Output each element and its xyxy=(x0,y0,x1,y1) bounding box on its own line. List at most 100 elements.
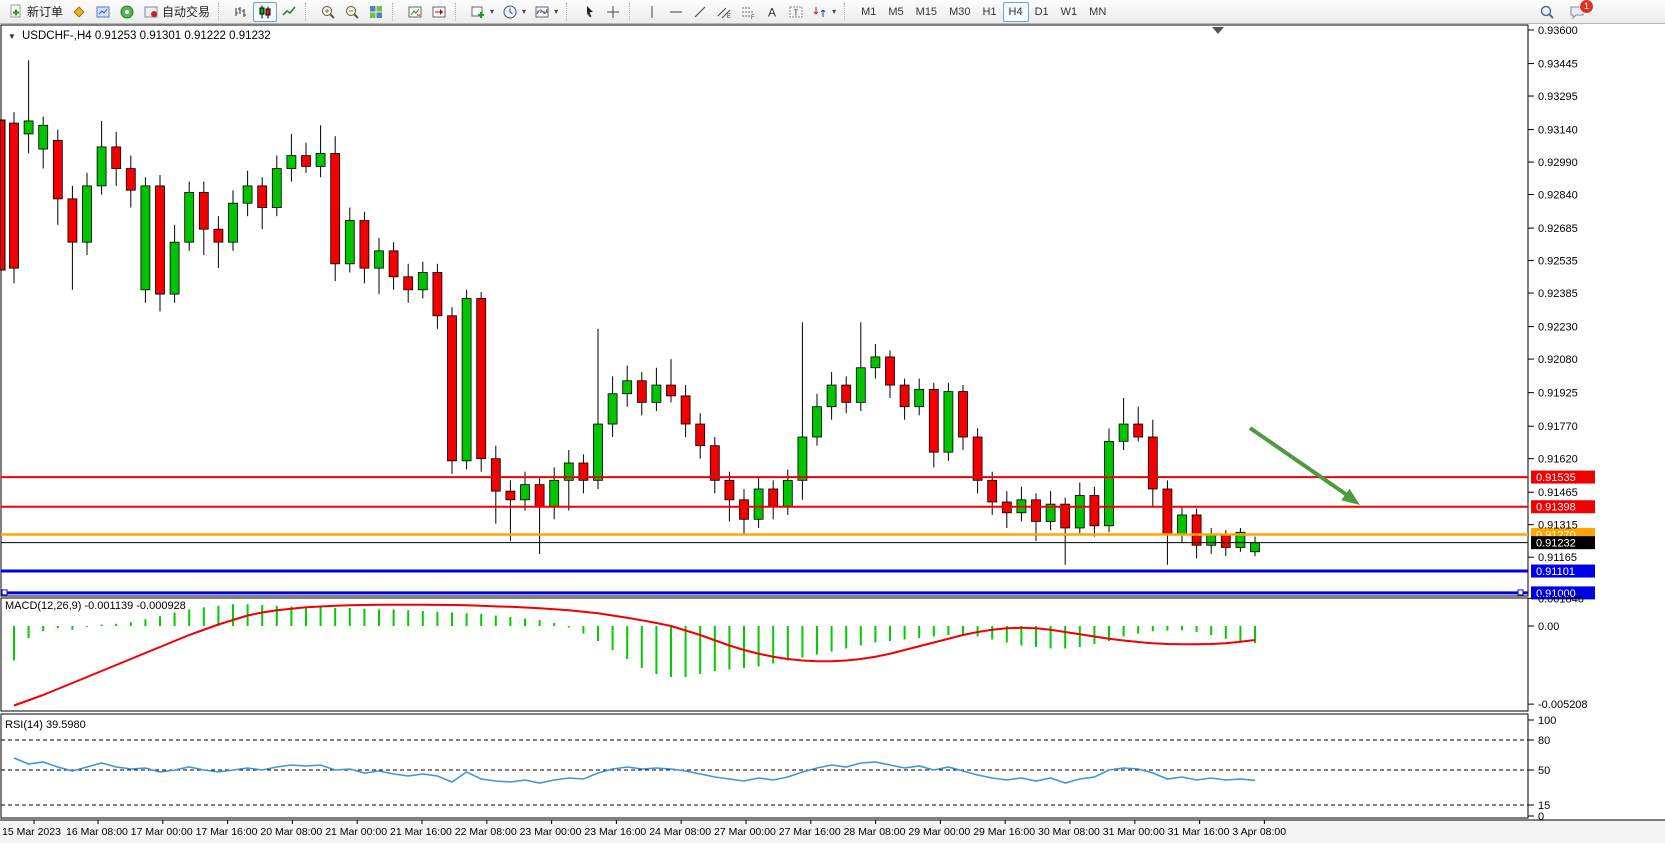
timeframe-h4-button[interactable]: H4 xyxy=(1003,2,1029,22)
time-tick-label: 17 Mar 00:00 xyxy=(131,826,193,838)
timeframe-m1-button[interactable]: M1 xyxy=(855,2,882,22)
tile-icon xyxy=(368,4,384,20)
new-chart-button[interactable]: ▾ xyxy=(466,2,498,22)
axis-tick-label: 0.92230 xyxy=(1538,322,1578,334)
cursor-button[interactable] xyxy=(577,2,601,22)
candle-down xyxy=(491,459,500,491)
axis-price-flag-text: 0.91535 xyxy=(1536,472,1576,484)
candle-down xyxy=(1163,489,1172,534)
candlestick-chart-button[interactable] xyxy=(253,2,277,22)
navigator-button[interactable] xyxy=(115,2,139,22)
main-pane xyxy=(1,25,1528,596)
candle-down xyxy=(156,186,165,294)
horizontal-line-button[interactable] xyxy=(664,2,688,22)
candle-up xyxy=(944,392,953,453)
candle-up xyxy=(652,385,661,402)
dropdown-caret-icon: ▾ xyxy=(490,7,494,16)
crosshair-button[interactable] xyxy=(601,2,625,22)
timeframe-w1-button[interactable]: W1 xyxy=(1055,2,1084,22)
doc-plus-icon xyxy=(8,4,24,20)
axis-tick-label: 0.92535 xyxy=(1538,256,1578,268)
channel-icon: E xyxy=(716,4,732,20)
notifications-button[interactable]: 1 xyxy=(1565,2,1589,22)
candle-up xyxy=(623,381,632,394)
market-watch-button[interactable] xyxy=(67,2,91,22)
hline-handle[interactable] xyxy=(2,590,7,595)
axis-tick-label: 0.91465 xyxy=(1538,487,1578,499)
candle-up xyxy=(798,437,807,480)
search-button[interactable] xyxy=(1535,2,1559,22)
arrange-b-icon xyxy=(431,4,447,20)
arrows-button[interactable]: ▾ xyxy=(808,2,840,22)
shapes-icon xyxy=(812,4,828,20)
chart-shift-button[interactable] xyxy=(427,2,451,22)
timeframe-m30-button[interactable]: M30 xyxy=(943,2,976,22)
timeframe-m15-button[interactable]: M15 xyxy=(910,2,943,22)
axis-tick-label: 0.93295 xyxy=(1538,91,1578,103)
data-window-button[interactable] xyxy=(91,2,115,22)
zoom-in-button[interactable] xyxy=(316,2,340,22)
main-toolbar: 新订单自动交易▾▾▾EFAT▾M1M5M15M30H1H4D1W1MN1 xyxy=(0,0,1665,24)
time-tick-label: 20 Mar 08:00 xyxy=(260,826,322,838)
axis-tick-label: 0.92840 xyxy=(1538,190,1578,202)
candle-down xyxy=(667,385,676,396)
time-tick-label: 30 Mar 08:00 xyxy=(1038,826,1100,838)
toolbar-separator xyxy=(629,3,637,21)
toolbar-separator xyxy=(218,3,226,21)
candle-down xyxy=(477,298,486,458)
timeframe-mn-button[interactable]: MN xyxy=(1083,2,1112,22)
timeframe-m5-button[interactable]: M5 xyxy=(882,2,909,22)
axis-tick-label: 0.91925 xyxy=(1538,388,1578,400)
line-chart-button[interactable] xyxy=(277,2,301,22)
fibonacci-button[interactable]: F xyxy=(736,2,760,22)
hline-icon xyxy=(668,4,684,20)
one-click-expand-icon[interactable]: ▼ xyxy=(8,32,16,41)
bars-icon xyxy=(233,4,249,20)
rsi-axis-label: 80 xyxy=(1538,735,1550,747)
candle-down xyxy=(68,199,77,242)
tile-windows-button[interactable] xyxy=(364,2,388,22)
auto-arrange-button[interactable] xyxy=(403,2,427,22)
cursor-icon xyxy=(581,4,597,20)
time-tick-label: 31 Mar 00:00 xyxy=(1103,826,1165,838)
dropdown-caret-icon: ▾ xyxy=(554,7,558,16)
search-icon xyxy=(1539,4,1555,20)
zoom-out-button[interactable] xyxy=(340,2,364,22)
hline-handle[interactable] xyxy=(1518,590,1523,595)
candle-up xyxy=(1178,515,1187,534)
rsi-axis-label: 50 xyxy=(1538,765,1550,777)
candle-up xyxy=(243,186,252,203)
candle-up xyxy=(287,156,296,169)
chart-canvas: 0.915350.913980.912700.912320.911010.910… xyxy=(0,24,1665,843)
time-tick-label: 15 Mar 2023 xyxy=(2,826,61,838)
axis-tick-label: 0.91165 xyxy=(1538,552,1577,564)
notification-badge: 1 xyxy=(1579,0,1594,14)
trendline-button[interactable] xyxy=(688,2,712,22)
candle-up xyxy=(170,242,179,294)
bar-chart-button[interactable] xyxy=(229,2,253,22)
timeframe-h1-button[interactable]: H1 xyxy=(976,2,1002,22)
toolbar-separator xyxy=(455,3,463,21)
equidistant-channel-button[interactable]: E xyxy=(712,2,736,22)
candle-up xyxy=(521,485,530,500)
new-order-button[interactable]: 新订单 xyxy=(4,2,67,22)
candle-down xyxy=(973,437,982,480)
candle-up xyxy=(754,489,763,519)
text-label-button[interactable]: T xyxy=(784,2,808,22)
text-button[interactable]: A xyxy=(760,2,784,22)
candle-down xyxy=(886,357,895,385)
candle-down xyxy=(389,251,398,277)
price-axis[interactable]: 0.936000.934450.932950.931400.929900.928… xyxy=(1528,25,1588,823)
vertical-line-button[interactable] xyxy=(640,2,664,22)
time-tick-label: 3 Apr 08:00 xyxy=(1232,826,1286,838)
toolbar-separator xyxy=(305,3,313,21)
indicators-button[interactable]: ▾ xyxy=(530,2,562,22)
candle-up xyxy=(1207,534,1216,545)
timeframe-d1-button[interactable]: D1 xyxy=(1029,2,1055,22)
candle-up xyxy=(272,169,281,208)
autotrading-button[interactable]: 自动交易 xyxy=(139,2,214,22)
candle-down xyxy=(535,485,544,507)
candle-down xyxy=(1090,495,1099,525)
periods-button[interactable]: ▾ xyxy=(498,2,530,22)
candle-up xyxy=(550,480,559,506)
